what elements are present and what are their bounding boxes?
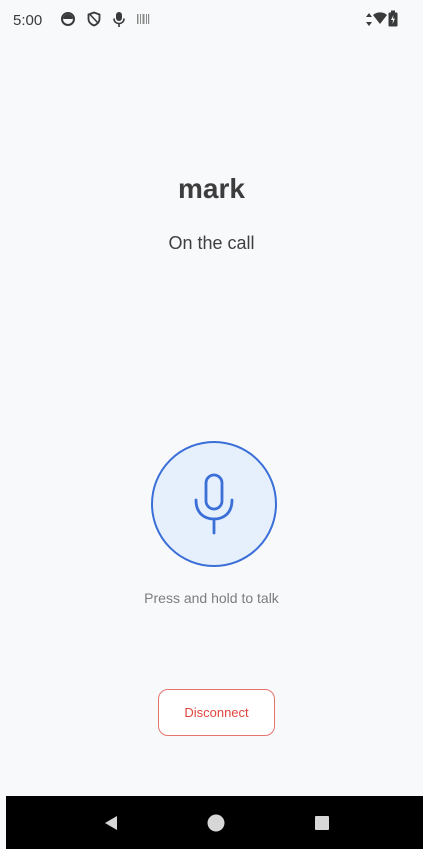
home-icon <box>207 814 225 831</box>
call-screen: 5:00 mark On the call Press and hold to … <box>0 0 423 849</box>
barcode-icon <box>137 14 150 24</box>
status-bar: 5:00 <box>0 0 423 40</box>
data-saver-icon <box>61 12 75 26</box>
battery-icon <box>388 10 398 27</box>
microphone-icon <box>194 473 234 535</box>
status-time: 5:00 <box>13 12 43 29</box>
navigation-bar <box>6 796 423 849</box>
push-to-talk-hint: Press and hold to talk <box>144 590 279 606</box>
signal-arrows-icon <box>366 13 372 26</box>
push-to-talk-button[interactable] <box>151 441 277 567</box>
call-status: On the call <box>168 233 255 253</box>
nav-recents-button[interactable] <box>292 796 352 849</box>
wifi-icon <box>373 12 387 24</box>
nav-home-button[interactable] <box>186 796 246 849</box>
nav-back-button[interactable] <box>81 796 141 849</box>
back-icon <box>105 815 117 830</box>
mic-status-icon <box>113 12 125 27</box>
caller-name: mark <box>178 173 245 204</box>
recents-icon <box>315 815 329 830</box>
disconnect-button[interactable]: Disconnect <box>158 689 275 736</box>
shield-icon <box>87 11 101 27</box>
